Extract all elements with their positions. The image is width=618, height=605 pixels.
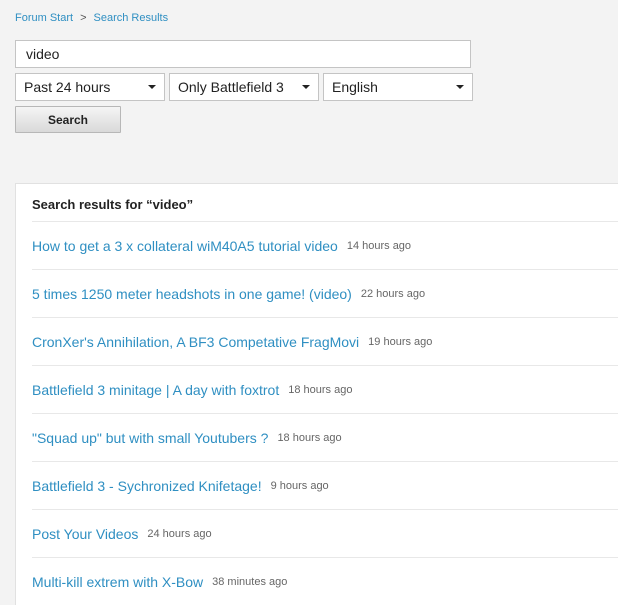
chevron-down-icon <box>302 85 310 89</box>
list-item: 5 times 1250 meter headshots in one game… <box>32 269 618 318</box>
list-item: How to get a 3 x collateral wiM40A5 tuto… <box>32 221 618 270</box>
result-timestamp: 22 hours ago <box>360 288 426 300</box>
breadcrumb-search-results[interactable]: Search Results <box>94 12 169 24</box>
result-timestamp: 9 hours ago <box>270 480 329 492</box>
result-link[interactable]: How to get a 3 x collateral wiM40A5 tuto… <box>32 238 338 254</box>
breadcrumb-separator: > <box>80 12 87 24</box>
result-timestamp: 38 minutes ago <box>212 576 288 588</box>
language-filter-dropdown[interactable]: English <box>323 73 473 101</box>
results-heading-prefix: Search results for <box>32 197 143 212</box>
result-link[interactable]: Multi-kill extrem with X-Bow <box>32 574 203 590</box>
game-filter-dropdown[interactable]: Only Battlefield 3 <box>169 73 319 101</box>
chevron-down-icon <box>148 85 156 89</box>
result-timestamp: 18 hours ago <box>277 432 342 444</box>
results-heading-query: “video” <box>146 197 194 212</box>
chevron-down-icon <box>456 85 464 89</box>
result-timestamp: 24 hours ago <box>147 528 212 540</box>
breadcrumb: Forum Start > Search Results <box>15 12 168 24</box>
result-timestamp: 19 hours ago <box>368 336 433 348</box>
breadcrumb-forum-start[interactable]: Forum Start <box>15 12 73 24</box>
result-link[interactable]: Battlefield 3 minitage | A day with foxt… <box>32 382 279 398</box>
result-link[interactable]: Post Your Videos <box>32 526 138 542</box>
result-link[interactable]: 5 times 1250 meter headshots in one game… <box>32 286 352 302</box>
result-timestamp: 14 hours ago <box>346 240 412 252</box>
language-filter-value: English <box>332 79 378 95</box>
game-filter-value: Only Battlefield 3 <box>178 79 284 95</box>
results-panel: Search results for “video” How to get a … <box>15 183 618 605</box>
time-filter-value: Past 24 hours <box>24 79 111 95</box>
list-item: Post Your Videos 24 hours ago <box>32 509 618 558</box>
result-link[interactable]: Battlefield 3 - Sychronized Knifetage! <box>32 478 262 494</box>
result-link[interactable]: CronXer's Annihilation, A BF3 Competativ… <box>32 334 359 350</box>
list-item: Multi-kill extrem with X-Bow 38 minutes … <box>32 557 618 605</box>
list-item: "Squad up" but with small Youtubers ? 18… <box>32 413 618 462</box>
result-timestamp: 18 hours ago <box>288 384 353 396</box>
result-link[interactable]: "Squad up" but with small Youtubers ? <box>32 430 268 446</box>
time-filter-dropdown[interactable]: Past 24 hours <box>15 73 165 101</box>
results-heading: Search results for “video” <box>32 197 193 212</box>
search-button[interactable]: Search <box>15 106 121 133</box>
search-results-page: Forum Start > Search Results Past 24 hou… <box>0 0 618 605</box>
search-input[interactable] <box>15 40 471 68</box>
list-item: Battlefield 3 minitage | A day with foxt… <box>32 365 618 414</box>
list-item: CronXer's Annihilation, A BF3 Competativ… <box>32 317 618 366</box>
list-item: Battlefield 3 - Sychronized Knifetage! 9… <box>32 461 618 510</box>
